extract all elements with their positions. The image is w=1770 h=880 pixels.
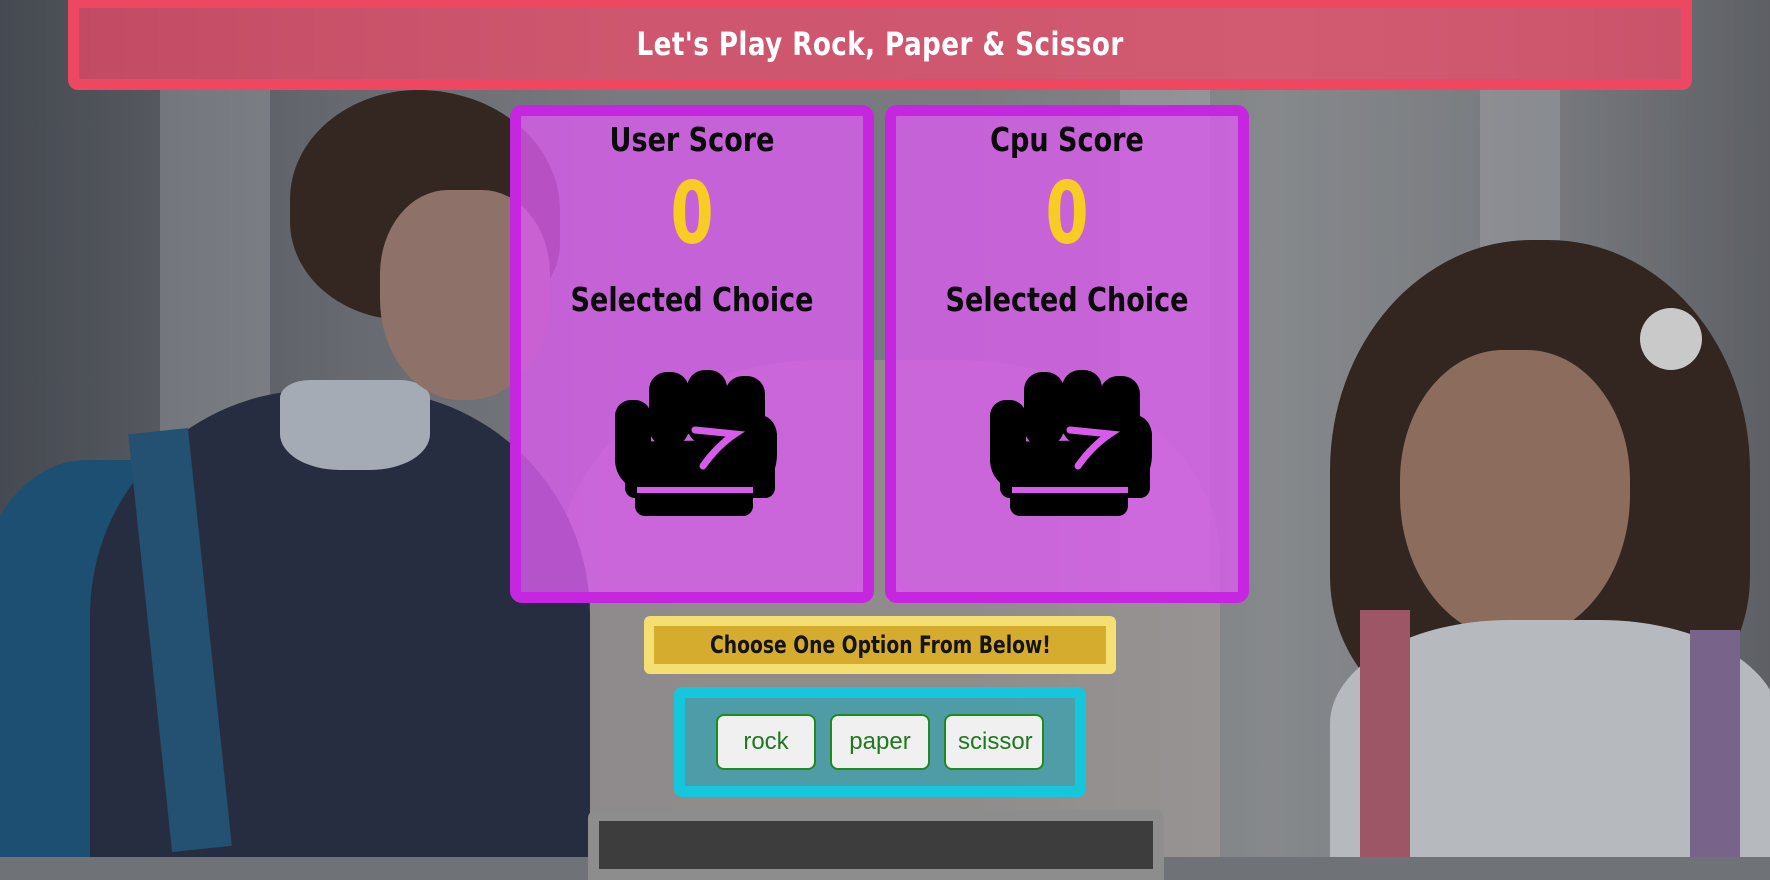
- prompt-text: Choose One Option From Below!: [709, 631, 1051, 659]
- game-title: Let's Play Rock, Paper & Scissor: [636, 24, 1124, 63]
- option-buttons-panel: rock paper scissor: [674, 687, 1086, 797]
- user-choice-label: Selected Choice: [570, 280, 814, 319]
- cpu-score-label: Cpu Score: [990, 120, 1144, 159]
- paper-button[interactable]: paper: [830, 714, 930, 770]
- scissor-button[interactable]: scissor: [944, 714, 1044, 770]
- rock-fist-icon: [615, 370, 777, 516]
- game-header: Let's Play Rock, Paper & Scissor: [68, 0, 1692, 90]
- cpu-score-card: Cpu Score 0 Selected Choice: [885, 105, 1249, 603]
- cpu-score-value: 0: [1045, 164, 1089, 264]
- user-score-card: User Score 0 Selected Choice: [510, 105, 874, 603]
- rock-fist-icon: [990, 370, 1152, 516]
- result-panel: [588, 810, 1164, 880]
- cpu-choice-label: Selected Choice: [945, 280, 1189, 319]
- rock-button[interactable]: rock: [716, 714, 816, 770]
- choose-option-prompt: Choose One Option From Below!: [644, 616, 1116, 674]
- user-score-value: 0: [670, 164, 714, 264]
- user-score-label: User Score: [609, 120, 775, 159]
